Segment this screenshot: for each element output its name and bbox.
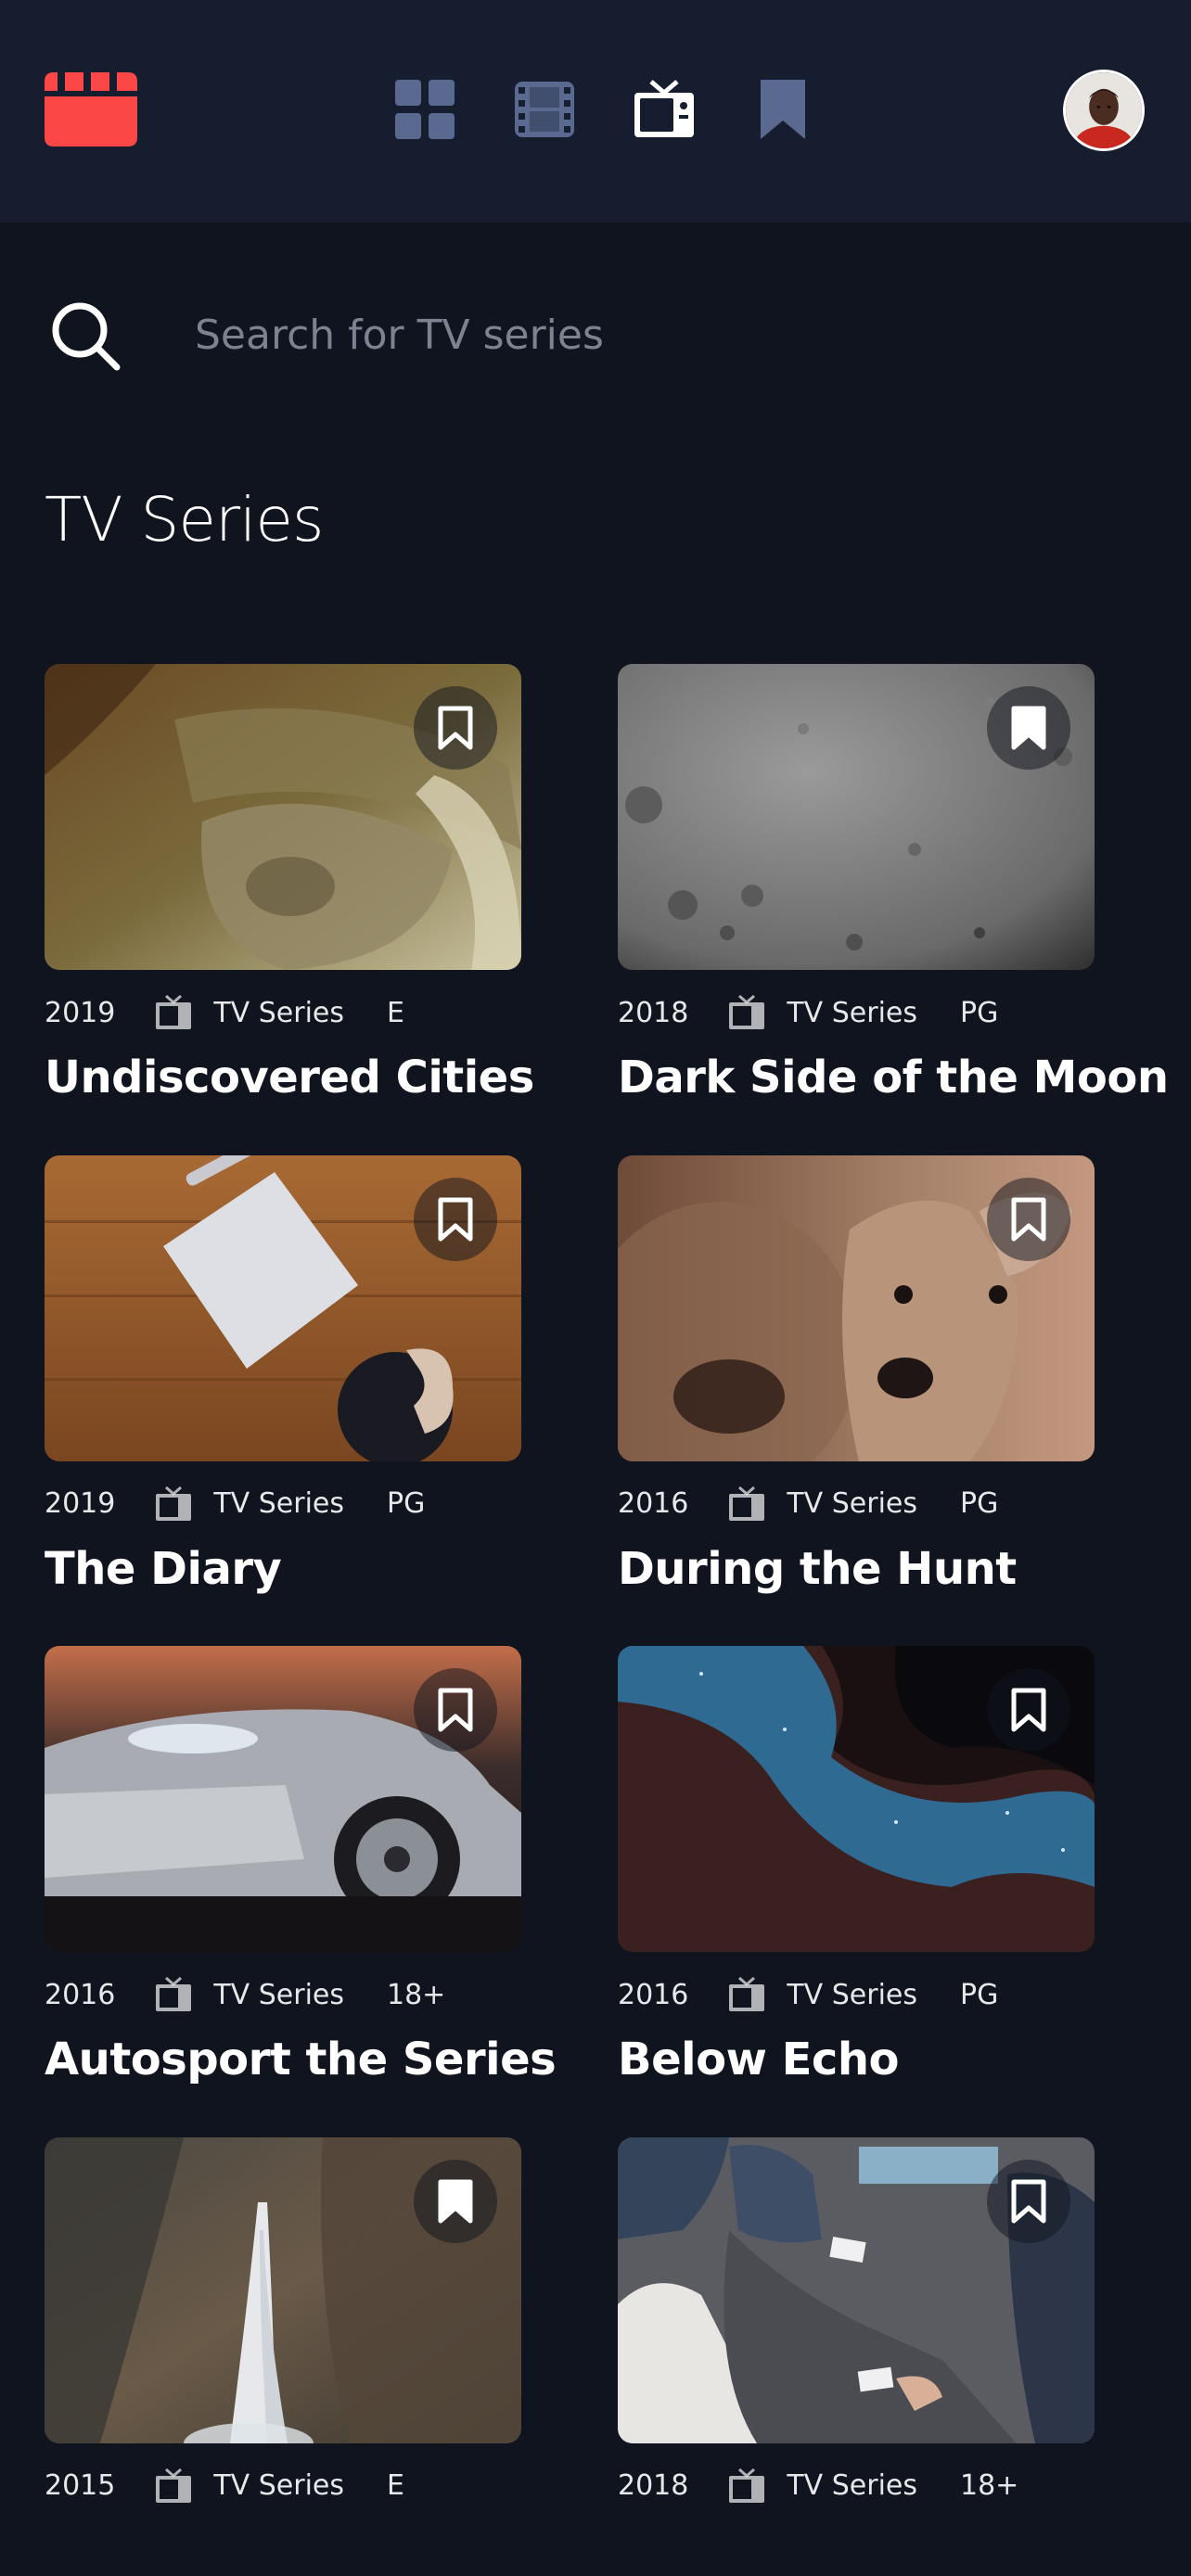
card-meta: 2015 TV Series E <box>45 2466 521 2506</box>
rating: E <box>387 996 404 1029</box>
card-thumbnail[interactable] <box>618 2136 1095 2443</box>
tv-icon <box>729 1977 765 2012</box>
top-nav-bar <box>0 0 1191 223</box>
media-card[interactable]: 2016 TV Series PG During the Hunt <box>618 1154 1095 1597</box>
bookmark-button[interactable] <box>987 1668 1070 1753</box>
card-meta: 2016 TV Series PG <box>618 1484 1095 1524</box>
media-card[interactable]: 2016 TV Series PG Below Echo <box>618 1646 1095 2087</box>
year: 2019 <box>45 996 116 1029</box>
bookmark-button[interactable] <box>414 1177 497 1261</box>
category: TV Series <box>787 1487 917 1521</box>
card-meta: 2016 TV Series PG <box>618 1974 1095 2015</box>
bookmark-button[interactable] <box>987 1177 1070 1261</box>
category: TV Series <box>213 1978 344 2011</box>
year: 2016 <box>618 1487 689 1521</box>
page-title: TV Series <box>45 484 324 555</box>
bookmark-outline-icon <box>438 1688 473 1732</box>
rating: PG <box>960 996 999 1029</box>
bookmark-outline-icon <box>1011 1688 1046 1732</box>
year: 2016 <box>618 1978 689 2011</box>
card-thumbnail[interactable] <box>618 1646 1095 1953</box>
bookmark-button[interactable] <box>987 686 1070 770</box>
search-input[interactable] <box>193 299 1124 371</box>
bookmark-icon[interactable] <box>753 80 813 139</box>
bookmark-filled-icon <box>1011 706 1046 750</box>
media-card[interactable]: 2016 TV Series 18+ Autosport the Series <box>45 1646 557 2087</box>
user-avatar-icon <box>1066 72 1142 148</box>
category: TV Series <box>787 996 917 1029</box>
tv-icon <box>729 995 765 1029</box>
tv-icon[interactable] <box>634 80 694 139</box>
year: 2019 <box>45 1487 116 1521</box>
card-thumbnail[interactable] <box>618 664 1095 970</box>
media-card[interactable]: 2019 TV Series PG The Diary <box>45 1154 521 1597</box>
bookmark-button[interactable] <box>414 1668 497 1753</box>
year: 2016 <box>45 1978 116 2011</box>
avatar[interactable] <box>1063 70 1145 151</box>
rating: PG <box>387 1487 426 1521</box>
media-card[interactable]: 2015 TV Series E <box>45 2136 521 2506</box>
card-thumbnail[interactable] <box>45 1646 521 1953</box>
grid-icon[interactable] <box>395 80 455 139</box>
card-meta: 2019 TV Series PG <box>45 1484 521 1524</box>
tv-icon <box>156 995 192 1029</box>
rating: PG <box>960 1978 999 2011</box>
bookmark-filled-icon <box>438 2179 473 2224</box>
year: 2018 <box>618 2469 689 2503</box>
media-card[interactable]: 2018 TV Series 18+ <box>618 2136 1095 2506</box>
media-card[interactable]: 2019 TV Series E Undiscovered Cities <box>45 664 534 1105</box>
bookmark-outline-icon <box>438 706 473 750</box>
bookmark-button[interactable] <box>414 686 497 770</box>
rating: 18+ <box>387 1978 446 2011</box>
card-title[interactable]: The Diary <box>45 1543 521 1597</box>
card-title[interactable]: Below Echo <box>618 2034 1095 2087</box>
bookmark-outline-icon <box>1011 1197 1046 1242</box>
tv-icon <box>156 1486 192 1521</box>
bookmark-button[interactable] <box>414 2159 497 2243</box>
media-card[interactable]: 2018 TV Series PG Dark Side of the Moon <box>618 664 1169 1105</box>
card-title[interactable]: During the Hunt <box>618 1543 1095 1597</box>
card-thumbnail[interactable] <box>45 2136 521 2443</box>
category: TV Series <box>787 2469 917 2503</box>
bookmark-button[interactable] <box>987 2159 1070 2243</box>
bookmark-outline-icon <box>438 1197 473 1242</box>
category: TV Series <box>787 1978 917 2011</box>
rating: E <box>387 2469 404 2503</box>
film-icon[interactable] <box>515 80 574 139</box>
category: TV Series <box>213 2469 344 2503</box>
category: TV Series <box>213 996 344 1029</box>
rating: 18+ <box>960 2469 1019 2503</box>
category: TV Series <box>213 1487 344 1521</box>
card-meta: 2018 TV Series PG <box>618 992 1095 1033</box>
tv-icon <box>729 1486 765 1521</box>
year: 2015 <box>45 2469 116 2503</box>
card-thumbnail[interactable] <box>45 1154 521 1461</box>
search-icon[interactable] <box>48 299 122 373</box>
card-title[interactable]: Undiscovered Cities <box>45 1052 534 1105</box>
year: 2018 <box>618 996 689 1029</box>
movie-clapper-icon[interactable] <box>45 72 137 147</box>
card-meta: 2016 TV Series 18+ <box>45 1974 521 2015</box>
card-title[interactable]: Dark Side of the Moon <box>618 1052 1169 1105</box>
card-title[interactable]: Autosport the Series <box>45 2034 557 2087</box>
bookmark-outline-icon <box>1011 2179 1046 2224</box>
search-bar <box>0 278 1191 389</box>
rating: PG <box>960 1487 999 1521</box>
tv-series-grid: 2019 TV Series E Undiscovered Cities 201… <box>45 664 1169 2506</box>
card-thumbnail[interactable] <box>618 1154 1095 1461</box>
card-meta: 2018 TV Series 18+ <box>618 2466 1095 2506</box>
tv-icon <box>729 2468 765 2503</box>
card-thumbnail[interactable] <box>45 664 521 970</box>
tv-icon <box>156 1977 192 2012</box>
card-meta: 2019 TV Series E <box>45 992 521 1033</box>
tv-icon <box>156 2468 192 2503</box>
